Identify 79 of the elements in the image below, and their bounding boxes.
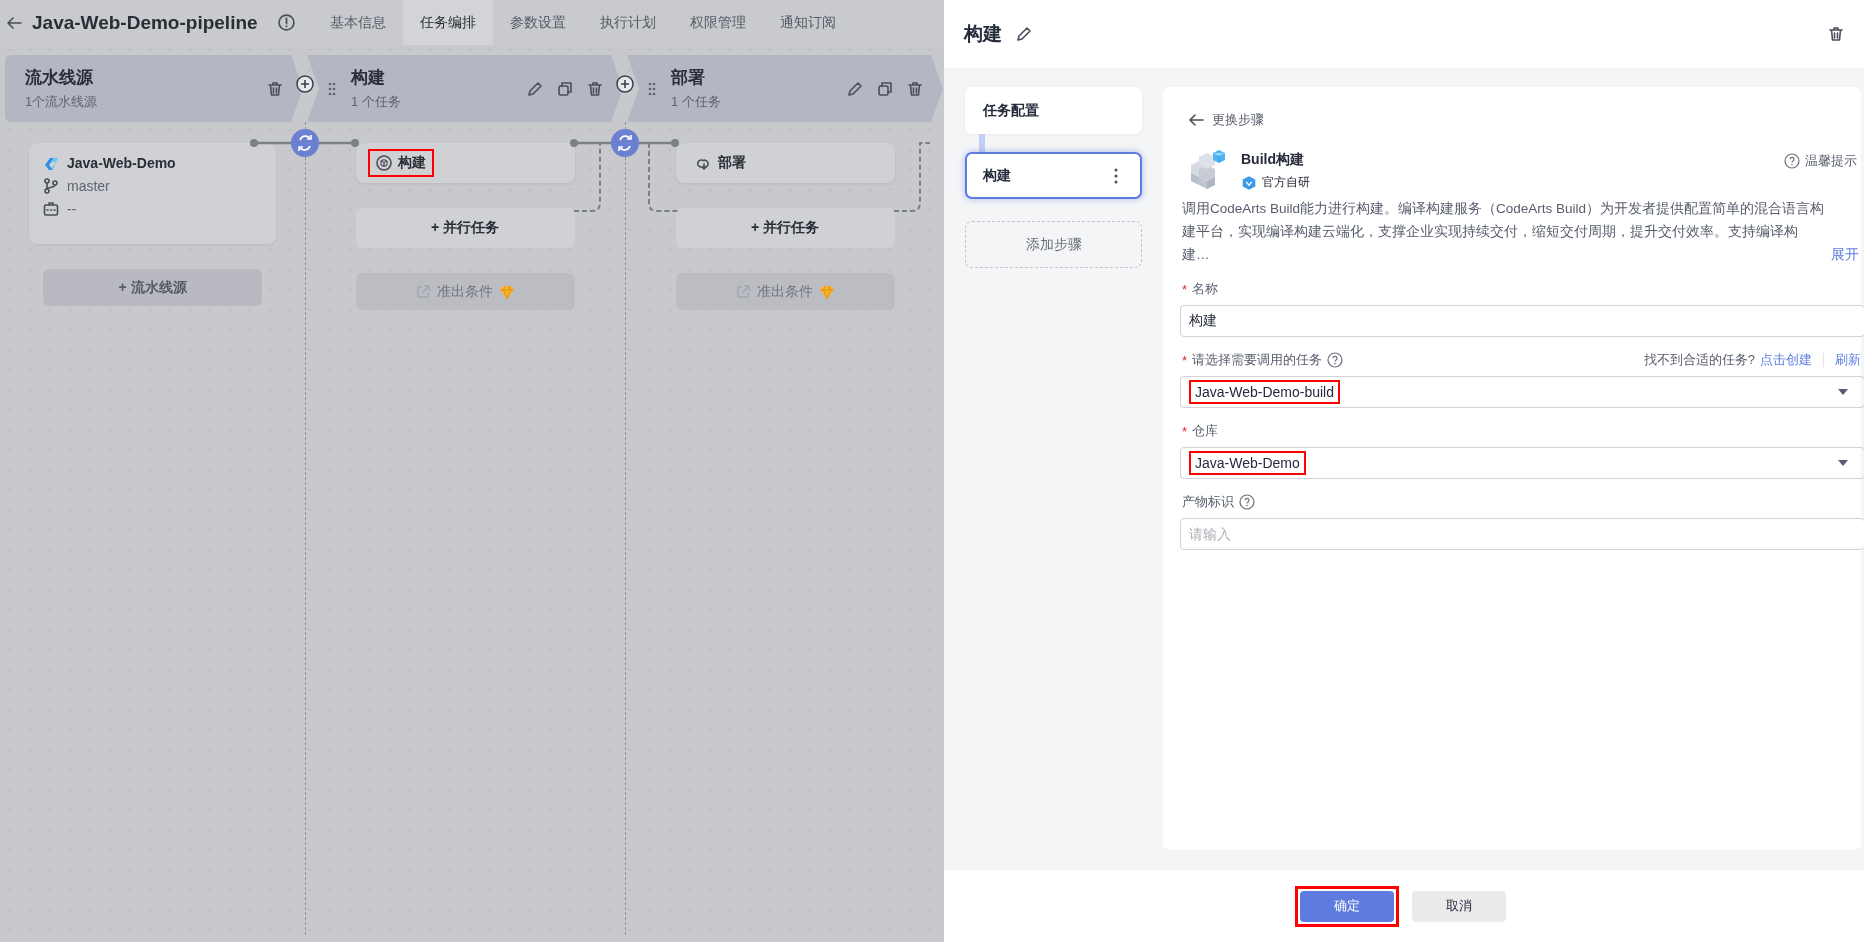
delete-icon[interactable] bbox=[267, 80, 283, 97]
diamond-icon bbox=[819, 283, 835, 300]
change-step-link[interactable]: 更换步骤 bbox=[1188, 111, 1264, 129]
caret-icon bbox=[1838, 460, 1848, 466]
diamond-icon bbox=[499, 283, 515, 300]
copy-icon[interactable] bbox=[557, 80, 573, 97]
edit-icon[interactable] bbox=[847, 80, 863, 97]
tab[interactable]: 执行计划 bbox=[582, 0, 673, 45]
add-step-button[interactable]: 添加步骤 bbox=[965, 221, 1142, 268]
tab[interactable]: 通知订阅 bbox=[762, 0, 853, 45]
copy-icon[interactable] bbox=[877, 80, 893, 97]
shield-icon bbox=[1241, 174, 1257, 191]
edit-icon[interactable] bbox=[1016, 26, 1032, 42]
cancel-button[interactable]: 取消 bbox=[1412, 890, 1506, 922]
link[interactable]: 点击创建 bbox=[1760, 351, 1812, 369]
parallel-task-button[interactable]: + 并行任务 bbox=[355, 208, 575, 248]
tips-link[interactable]: 温馨提示 bbox=[1778, 151, 1861, 171]
confirm-button[interactable]: 确定 bbox=[1300, 890, 1394, 922]
pipeline-title: Java-Web-Demo-pipeline bbox=[32, 11, 258, 34]
select-field[interactable]: Java-Web-Demo-build bbox=[1180, 376, 1864, 408]
branch-name: master bbox=[67, 178, 110, 194]
tab[interactable]: 基本信息 bbox=[312, 0, 403, 45]
parallel-task-button[interactable]: + 并行任务 bbox=[675, 208, 895, 248]
drag-handle-icon[interactable] bbox=[647, 80, 657, 97]
stage-title: 构建 bbox=[351, 67, 386, 89]
export-icon bbox=[415, 283, 431, 300]
expand-link[interactable]: 展开 bbox=[1831, 243, 1859, 266]
edit-icon[interactable] bbox=[527, 80, 543, 97]
field-label: 名称 bbox=[1192, 280, 1219, 298]
text-field[interactable]: 构建 bbox=[1180, 305, 1864, 337]
delete-icon[interactable] bbox=[1828, 26, 1844, 42]
stage-subtitle: 1个流水线源 bbox=[25, 93, 99, 111]
info-icon[interactable] bbox=[277, 14, 295, 31]
stage-subtitle: 1 个任务 bbox=[671, 93, 722, 111]
source-tag: -- bbox=[67, 201, 77, 217]
stage-title: 流水线源 bbox=[25, 67, 94, 89]
export-icon bbox=[735, 283, 751, 300]
source-name: Java-Web-Demo bbox=[67, 155, 176, 171]
help-icon bbox=[1784, 153, 1800, 169]
select-field[interactable]: Java-Web-Demo bbox=[1180, 447, 1864, 479]
official-label: 官方自研 bbox=[1262, 174, 1310, 191]
tab[interactable]: 参数设置 bbox=[492, 0, 583, 45]
back-arrow-icon bbox=[1188, 112, 1204, 128]
branch-icon bbox=[43, 178, 59, 194]
job-name: 部署 bbox=[717, 154, 746, 172]
job-name: 构建 bbox=[397, 154, 426, 172]
plugin-name: Build构建 bbox=[1241, 151, 1305, 169]
link[interactable]: 刷新 bbox=[1835, 351, 1861, 369]
required-mark: * bbox=[1182, 352, 1188, 368]
step-item[interactable]: 构建 bbox=[965, 152, 1142, 199]
stage-title: 部署 bbox=[671, 67, 706, 89]
panel-title: 构建 bbox=[964, 22, 1002, 46]
caret-icon bbox=[1838, 389, 1848, 395]
step-item[interactable]: 任务配置 bbox=[965, 87, 1142, 134]
tab[interactable]: 权限管理 bbox=[672, 0, 763, 45]
job-card[interactable]: 构建 bbox=[355, 143, 575, 183]
step-connector bbox=[979, 134, 985, 152]
add-stage-icon[interactable] bbox=[296, 75, 314, 93]
delete-icon[interactable] bbox=[907, 80, 923, 97]
tab[interactable]: 任务编排 bbox=[402, 0, 493, 45]
stage-subtitle: 1 个任务 bbox=[351, 93, 402, 111]
add-stage-icon[interactable] bbox=[616, 75, 634, 93]
required-mark: * bbox=[1182, 281, 1188, 297]
back-arrow-icon[interactable] bbox=[6, 14, 22, 31]
field-label: 请选择需要调用的任务 bbox=[1192, 351, 1323, 369]
job-card[interactable]: 部署 bbox=[675, 143, 895, 183]
briefcase-icon bbox=[43, 201, 59, 217]
cube-icon bbox=[375, 155, 392, 171]
source-card[interactable]: Java-Web-Demo master -- bbox=[29, 143, 276, 244]
add-source-button[interactable]: + 流水线源 bbox=[43, 269, 262, 306]
field-label: 仓库 bbox=[1192, 422, 1219, 440]
logo-icon bbox=[43, 155, 59, 171]
drag-handle-icon[interactable] bbox=[327, 80, 337, 97]
delete-icon[interactable] bbox=[587, 80, 603, 97]
field-label: 产物标识 bbox=[1182, 493, 1234, 511]
hint-text: 找不到合适的任务? bbox=[1643, 351, 1755, 369]
text-field[interactable]: 请输入 bbox=[1180, 518, 1864, 550]
required-mark: * bbox=[1182, 423, 1188, 439]
plugin-description: 调用CodeArts Build能力进行构建。编译构建服务（CodeArts Build）为开发者提供配置简单的混合语言构建平台，实现编译构建云端化，支撑企业实现持续交付，缩短交付周期，提升交付效率。支持编译构建… bbox=[1182, 200, 1825, 264]
